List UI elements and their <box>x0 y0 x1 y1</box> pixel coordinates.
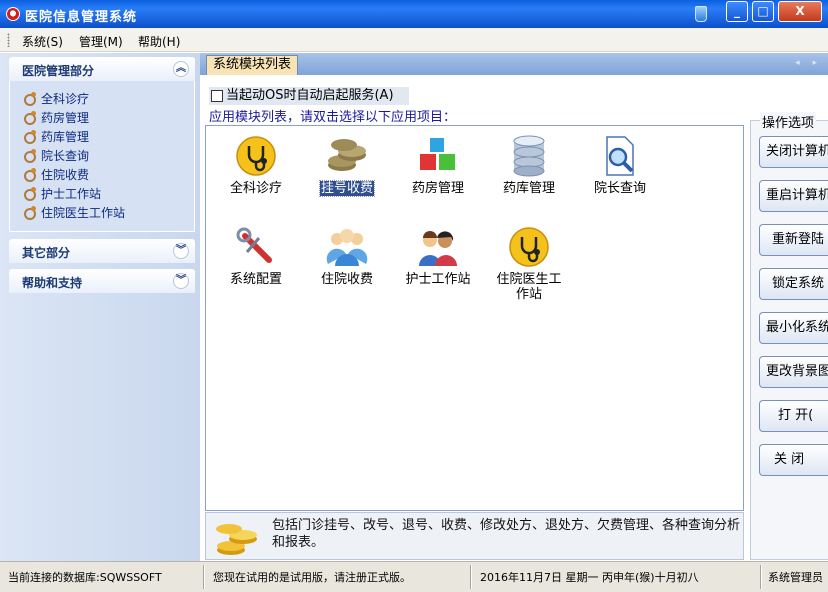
change-background-button[interactable]: 更改背景图 <box>759 356 828 388</box>
tab-scroll-arrows[interactable]: ◂ ▸ <box>795 58 822 68</box>
menu-system[interactable]: 系统(S) <box>22 33 63 50</box>
lock-system-button[interactable]: 锁定系统 <box>759 268 828 300</box>
menu-bar: 系统(S) 管理(M) 帮助(H) <box>0 28 828 52</box>
item-icon <box>24 149 37 163</box>
section-help-support[interactable]: 帮助和支持 ︾ <box>9 269 195 293</box>
search-document-icon <box>606 136 634 176</box>
module-list: 全科诊疗 挂号收费 药房管理 药库管理 院长查询 系统配置 住院收费 护士工作站… <box>205 125 744 511</box>
restart-button[interactable]: 重启计算机 <box>759 180 828 212</box>
main-area: 系统模块列表 ◂ ▸ 当起动OS时自动启起服务(A) 应用模块列表，请双击选择以… <box>200 53 828 561</box>
status-divider <box>760 565 762 589</box>
menu-manage[interactable]: 管理(M) <box>79 33 123 50</box>
module-pharmacy[interactable]: 药房管理 <box>393 131 483 217</box>
people-icon <box>419 231 457 266</box>
module-registration[interactable]: 挂号收费 <box>302 131 392 217</box>
app-icon <box>6 7 20 21</box>
section-hospital-management[interactable]: 医院管理部分 ︽ <box>9 57 195 81</box>
module-hint: 应用模块列表，请双击选择以下应用项目： <box>209 110 457 125</box>
item-icon <box>24 206 37 220</box>
sidebar-item-label: 住院收费 <box>41 168 90 182</box>
tab-strip: 系统模块列表 ◂ ▸ <box>200 53 828 75</box>
sidebar-item-label: 药库管理 <box>41 130 90 144</box>
checkbox-label: 当起动OS时自动启起服务(A) <box>226 88 394 103</box>
relogin-button[interactable]: 重新登陆 <box>759 224 828 256</box>
item-icon <box>24 168 37 182</box>
tab-module-list[interactable]: 系统模块列表 <box>206 55 299 75</box>
module-general-clinic[interactable]: 全科诊疗 <box>211 131 301 217</box>
open-button[interactable]: 打 开( <box>759 400 828 432</box>
module-label: 住院医生工作站 <box>496 272 562 302</box>
sidebar-item-label: 院长查询 <box>41 149 90 163</box>
module-label: 系统配置 <box>229 272 282 287</box>
status-user: 系统管理员 <box>768 571 823 584</box>
sidebar-item-label: 护士工作站 <box>41 187 102 201</box>
shutdown-button[interactable]: 关闭计算机 <box>759 136 828 168</box>
module-drug-store[interactable]: 药库管理 <box>484 131 574 217</box>
tray-icon[interactable] <box>695 6 707 22</box>
sidebar-item-label: 全科诊疗 <box>41 92 90 106</box>
section-label: 其它部分 <box>22 246 71 260</box>
window-title: 医院信息管理系统 <box>25 10 138 25</box>
status-bar: 当前连接的数据库:SQWSSOFT 您现在试用的是试用版，请注册正式版。 201… <box>0 561 828 592</box>
minimize-button[interactable]: _ <box>726 1 748 22</box>
section-label: 医院管理部分 <box>22 64 95 78</box>
coins-icon <box>216 524 257 555</box>
stethoscope-icon <box>236 136 276 176</box>
title-bar: 医院信息管理系统 _ □ X <box>0 0 828 28</box>
status-database: 当前连接的数据库:SQWSSOFT <box>8 571 162 584</box>
maximize-button[interactable]: □ <box>752 1 774 22</box>
stethoscope-icon <box>509 227 549 267</box>
collapse-icon[interactable]: ︽ <box>173 61 189 77</box>
module-label: 住院收费 <box>320 272 373 287</box>
module-inpatient-billing[interactable]: 住院收费 <box>302 222 392 308</box>
module-director-query[interactable]: 院长查询 <box>575 131 665 217</box>
module-description: 包括门诊挂号、改号、退号、收费、修改处方、退处方、欠费管理、各种查询分析和报表。 <box>272 518 741 550</box>
sidebar: 医院管理部分 ︽ 全科诊疗 药房管理 药库管理 院长查询 住院收费 护士工作站 <box>0 53 200 561</box>
status-date: 2016年11月7日 星期一 丙申年(猴)十月初八 <box>480 571 699 584</box>
checkbox-box[interactable] <box>211 90 223 102</box>
module-label: 全科诊疗 <box>229 181 282 196</box>
module-label: 药房管理 <box>411 181 464 196</box>
users-icon <box>326 229 368 266</box>
wrench-icon <box>236 227 272 263</box>
cubes-icon <box>420 138 455 170</box>
section-label: 帮助和支持 <box>22 276 83 290</box>
item-icon <box>24 187 37 201</box>
module-label: 挂号收费 <box>318 180 376 197</box>
module-description-box: 包括门诊挂号、改号、退号、收费、修改处方、退处方、欠费管理、各种查询分析和报表。 <box>205 512 744 560</box>
item-icon <box>24 111 37 125</box>
item-icon <box>24 92 37 106</box>
database-icon <box>513 135 545 177</box>
section-body: 全科诊疗 药房管理 药库管理 院长查询 住院收费 护士工作站 住院医生工作站 <box>9 81 195 232</box>
menu-grip-icon <box>7 33 10 47</box>
minimize-system-button[interactable]: 最小化系统 <box>759 312 828 344</box>
item-icon <box>24 130 37 144</box>
close-button[interactable]: X <box>778 1 822 22</box>
module-label: 药库管理 <box>502 181 555 196</box>
sidebar-item-label: 住院医生工作站 <box>41 206 126 220</box>
module-system-config[interactable]: 系统配置 <box>211 222 301 308</box>
module-nurse-station[interactable]: 护士工作站 <box>393 222 483 308</box>
autostart-checkbox[interactable]: 当起动OS时自动启起服务(A) <box>209 87 409 105</box>
status-divider <box>470 565 472 589</box>
status-divider <box>203 565 205 589</box>
module-inpatient-doctor[interactable]: 住院医生工作站 <box>484 222 574 308</box>
close-app-button[interactable]: 关 闭 <box>759 444 828 476</box>
status-trial: 您现在试用的是试用版，请注册正式版。 <box>213 571 411 584</box>
options-panel: 操作选项 关闭计算机 重启计算机 重新登陆 锁定系统 最小化系统 更改背景图 打… <box>750 112 828 560</box>
options-label: 操作选项 <box>760 112 817 131</box>
sidebar-item-label: 药房管理 <box>41 111 90 125</box>
module-label: 院长查询 <box>593 181 646 196</box>
coins-icon <box>328 139 366 171</box>
expand-icon[interactable]: ︾ <box>173 243 189 259</box>
section-other[interactable]: 其它部分 ︾ <box>9 239 195 263</box>
expand-icon[interactable]: ︾ <box>173 273 189 289</box>
module-label: 护士工作站 <box>405 272 471 287</box>
menu-help[interactable]: 帮助(H) <box>138 33 180 50</box>
